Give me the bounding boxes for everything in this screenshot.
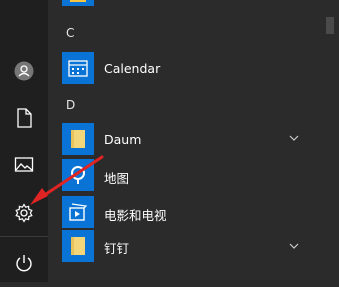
section-letter-c[interactable]: C: [66, 26, 74, 40]
map-pin-icon: [71, 166, 85, 184]
settings-icon: [15, 203, 33, 223]
power-icon: [16, 255, 32, 272]
user-icon: [14, 61, 34, 81]
partial-app-tile[interactable]: [62, 0, 94, 6]
documents-button[interactable]: [0, 94, 48, 142]
scroll-thumb[interactable]: [326, 17, 334, 34]
app-list: C Calendar D Daum 地图 电影和电视 钉钉: [58, 0, 339, 282]
settings-button[interactable]: [0, 189, 48, 237]
movies-tv-tile[interactable]: [62, 196, 94, 228]
pictures-icon: [14, 157, 34, 172]
chevron-down-icon[interactable]: [288, 132, 300, 144]
app-label-maps[interactable]: 地图: [104, 168, 129, 187]
chevron-down-icon[interactable]: [288, 240, 300, 252]
pictures-button[interactable]: [0, 141, 48, 189]
scrollbar[interactable]: [322, 0, 339, 282]
folder-icon: [71, 130, 85, 148]
document-icon: [17, 108, 32, 128]
app-label-daum[interactable]: Daum: [104, 132, 141, 147]
maps-tile[interactable]: [62, 159, 94, 191]
app-label-calendar[interactable]: Calendar: [104, 61, 160, 76]
power-button[interactable]: [0, 239, 48, 287]
app-label-dingtalk[interactable]: 钉钉: [104, 238, 129, 257]
calendar-tile[interactable]: [62, 52, 94, 84]
app-tile-icon: [70, 0, 86, 2]
app-label-movies-tv[interactable]: 电影和电视: [104, 205, 167, 224]
user-account-button[interactable]: [0, 47, 48, 95]
rail-divider: [0, 236, 48, 237]
play-icon: [69, 203, 88, 221]
section-letter-d[interactable]: D: [66, 98, 75, 112]
calendar-icon: [68, 60, 88, 77]
dingtalk-tile[interactable]: [62, 230, 94, 262]
folder-icon: [71, 237, 85, 255]
start-rail: [0, 0, 48, 282]
daum-tile[interactable]: [62, 123, 94, 155]
